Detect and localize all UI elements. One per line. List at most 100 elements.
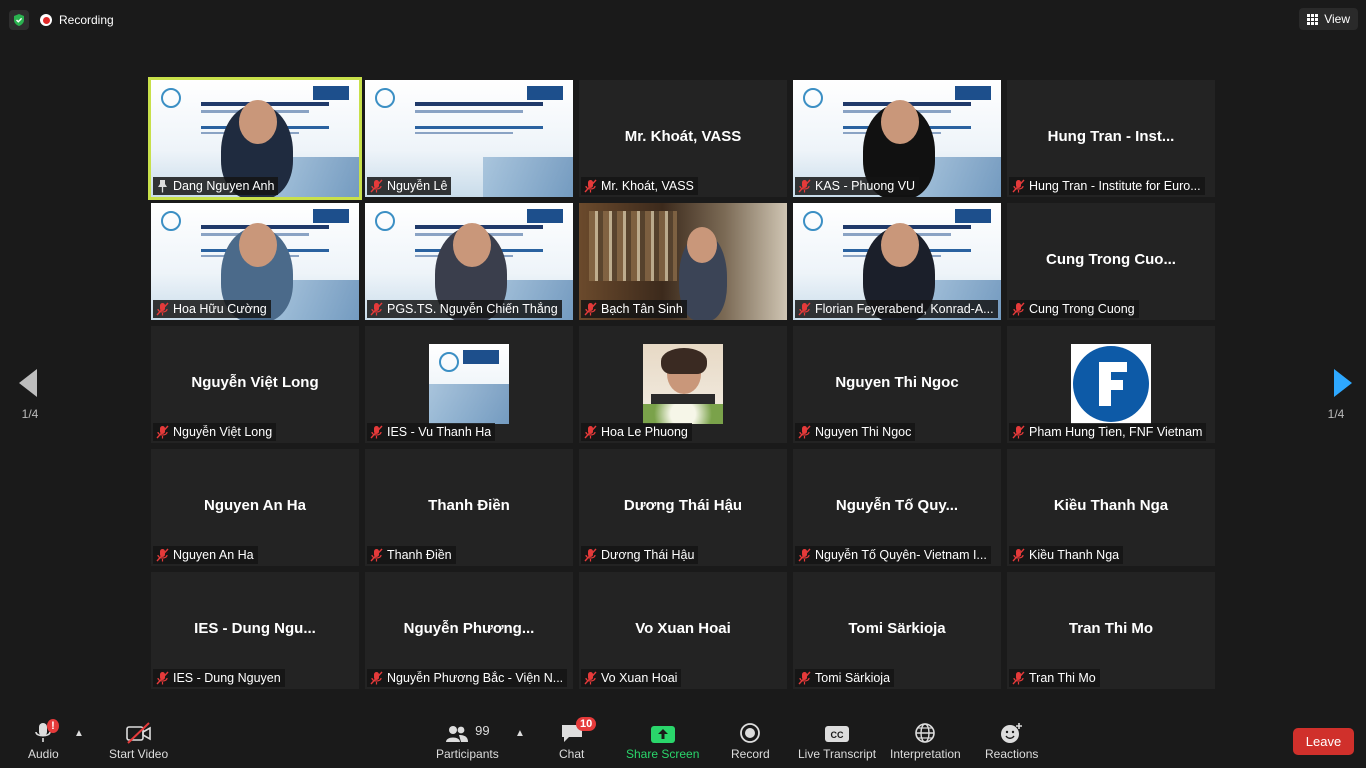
participant-name-label: Tomi Särkioja [795,669,895,687]
participant-tile[interactable]: Bạch Tân Sinh [579,203,787,320]
live-transcript-label: Live Transcript [798,747,877,761]
participant-name-display: Thanh Điền [428,497,510,514]
audio-warning-badge: ! [47,719,59,733]
participant-name-label: Bạch Tân Sinh [581,300,687,318]
muted-microphone-icon [156,671,169,685]
muted-microphone-icon [1012,548,1025,562]
participant-name-label: Mr. Khoát, VASS [581,177,698,195]
participant-tile[interactable]: Cung Trong Cuo... Cung Trong Cuong [1007,203,1215,320]
conference-logo-icon [161,211,181,231]
view-button[interactable]: View [1299,8,1358,30]
leave-meeting-button[interactable]: Leave [1293,728,1354,755]
participant-tile[interactable]: Nguyễn Lê [365,80,573,197]
conference-slide-background [429,344,509,424]
muted-microphone-icon [370,671,383,685]
participant-name: Florian Feyerabend, Konrad-A... [815,302,994,316]
top-bar: Recording View [0,0,1366,40]
participant-name-label: Vo Xuan Hoai [581,669,682,687]
participant-name-display: Tran Thi Mo [1068,620,1154,637]
reactions-button[interactable]: Reactions [985,720,1038,761]
muted-microphone-icon [370,548,383,562]
participant-tile[interactable]: Hoa Le Phuong [579,326,787,443]
participant-name-label: Nguyen An Ha [153,546,258,564]
conference-logo-icon [375,211,395,231]
fnf-logo-avatar [1071,344,1151,424]
muted-microphone-icon [156,548,169,562]
participant-tile[interactable]: Mr. Khoát, VASS Mr. Khoát, VASS [579,80,787,197]
participant-name-label: Nguyễn Việt Long [153,423,277,441]
participant-name: Hoa Le Phuong [601,425,688,439]
profile-picture [429,344,509,424]
participant-tile[interactable]: Pham Hung Tien, FNF Vietnam [1007,326,1215,443]
participant-name-label: Thanh Điền [367,546,456,564]
svg-text:CC: CC [831,730,844,740]
participant-name-label: Hung Tran - Institute for Euro... [1009,177,1205,195]
audio-options-chevron-icon[interactable]: ▲ [74,728,84,739]
participant-tile[interactable]: Tomi Särkioja Tomi Särkioja [793,572,1001,689]
muted-microphone-icon [1012,671,1025,685]
participant-name-label: Tran Thi Mo [1009,669,1100,687]
participant-tile[interactable]: PGS.TS. Nguyễn Chiến Thắng [365,203,573,320]
participant-name-display: Nguyen An Ha [204,497,306,514]
chat-unread-badge: 10 [576,717,597,731]
previous-page-button[interactable]: 1/4 [0,345,60,435]
participant-tile[interactable]: Nguyễn Tố Quy... Nguyễn Tố Quyên- Vietnam… [793,449,1001,566]
muted-microphone-icon [1012,179,1025,193]
participant-tile[interactable]: Hoa Hữu Cường [151,203,359,320]
participant-name-display: Nguyen Thi Ngoc [835,374,959,391]
participant-tile[interactable]: IES - Vu Thanh Ha [365,326,573,443]
interpretation-button[interactable]: Interpretation [890,720,961,761]
participant-name-label: Cung Trong Cuong [1009,300,1139,318]
muted-microphone-icon [584,425,597,439]
video-off-icon [125,722,151,744]
participant-tile[interactable]: IES - Dung Ngu... IES - Dung Nguyen [151,572,359,689]
muted-microphone-icon [1012,302,1025,316]
page-indicator-right: 1/4 [1327,407,1345,421]
participant-tile[interactable]: Thanh Điền Thanh Điền [365,449,573,566]
participants-options-chevron-icon[interactable]: ▲ [515,728,525,739]
participant-tile[interactable]: KAS - Phuong VU [793,80,1001,197]
participant-name-display: Nguyễn Phương... [403,620,535,637]
security-shield-icon[interactable] [9,10,29,30]
muted-microphone-icon [370,425,383,439]
video-gallery-grid: Dang Nguyen Anh Nguyễn Lê Mr. Khoát, VASS M… [148,77,1218,690]
muted-microphone-icon [798,671,811,685]
kas-logo-icon [527,209,563,223]
participant-name: KAS - Phuong VU [815,179,916,193]
participant-name-label: Nguyễn Lê [367,177,452,195]
participant-name: Thanh Điền [387,548,452,562]
participant-name-label: Dang Nguyen Anh [153,177,279,195]
start-video-button[interactable]: Start Video [109,720,168,761]
participant-tile[interactable]: Tran Thi Mo Tran Thi Mo [1007,572,1215,689]
participant-tile[interactable]: Dương Thái Hậu Dương Thái Hậu [579,449,787,566]
participant-tile[interactable]: Vo Xuan Hoai Vo Xuan Hoai [579,572,787,689]
next-page-button[interactable]: 1/4 [1306,345,1366,435]
participant-name-label: Nguyễn Phương Bắc - Viện N... [367,669,568,687]
participant-name-label: KAS - Phuong VU [795,177,920,195]
kas-logo-icon [955,209,991,223]
participant-name-display: Hung Tran - Inst... [1047,128,1175,145]
share-screen-label: Share Screen [626,747,700,761]
participant-tile[interactable]: Nguyễn Việt Long Nguyễn Việt Long [151,326,359,443]
view-label: View [1324,12,1350,26]
participant-name: Pham Hung Tien, FNF Vietnam [1029,425,1203,439]
participant-name-label: IES - Dung Nguyen [153,669,285,687]
recording-icon [40,14,52,26]
participant-name: Bạch Tân Sinh [601,302,683,316]
participant-tile[interactable]: Nguyen An Ha Nguyen An Ha [151,449,359,566]
share-screen-button[interactable]: Share Screen [626,720,699,761]
participant-tile[interactable]: Nguyen Thi Ngoc Nguyen Thi Ngoc [793,326,1001,443]
participant-tile[interactable]: Nguyễn Phương... Nguyễn Phương Bắc - Viện… [365,572,573,689]
recording-indicator[interactable]: Recording [40,10,114,30]
live-transcript-button[interactable]: CC Live Transcript [798,720,876,761]
participant-name: Dang Nguyen Anh [173,179,275,193]
participant-tile[interactable]: Florian Feyerabend, Konrad-A... [793,203,1001,320]
participant-tile[interactable]: Hung Tran - Inst... Hung Tran - Institute… [1007,80,1215,197]
participant-name-label: Kiều Thanh Nga [1009,546,1124,564]
participant-tile[interactable]: Kiều Thanh Nga Kiều Thanh Nga [1007,449,1215,566]
record-label: Record [731,747,770,761]
record-button[interactable]: Record [731,720,770,761]
participants-button[interactable]: 99 Participants [436,720,499,761]
participant-tile[interactable]: Dang Nguyen Anh [148,77,362,200]
participant-name: Nguyễn Tố Quyên- Vietnam I... [815,548,987,562]
